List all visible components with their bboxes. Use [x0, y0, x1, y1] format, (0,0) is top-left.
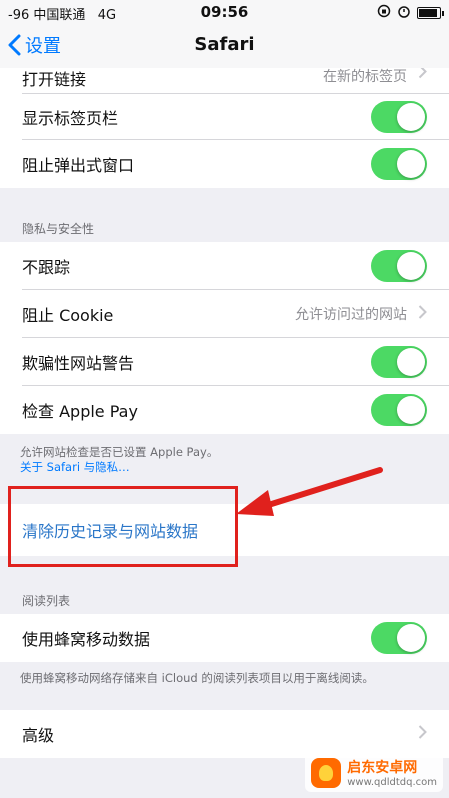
settings-row-advanced[interactable]: 高级 [0, 710, 449, 758]
chevron-right-icon [418, 725, 427, 744]
cellular-footnote: 使用蜂窝移动网络存储来自 iCloud 的阅读列表项目以用于离线阅读。 [20, 671, 374, 685]
use-cellular-toggle[interactable] [371, 622, 427, 654]
row-label: 高级 [22, 726, 55, 745]
watermark-title: 启东安卓网 [347, 760, 418, 776]
row-label: 使用蜂窝移动数据 [22, 630, 151, 649]
watermark-logo-icon [311, 757, 342, 788]
watermark-url: www.qdldtdq.com [347, 777, 437, 788]
watermark: 启东安卓网 www.qdldtdq.com [305, 753, 443, 792]
section-header-reading-list: 阅读列表 [22, 594, 71, 608]
settings-row-use-cellular: 使用蜂窝移动数据 [0, 614, 449, 662]
